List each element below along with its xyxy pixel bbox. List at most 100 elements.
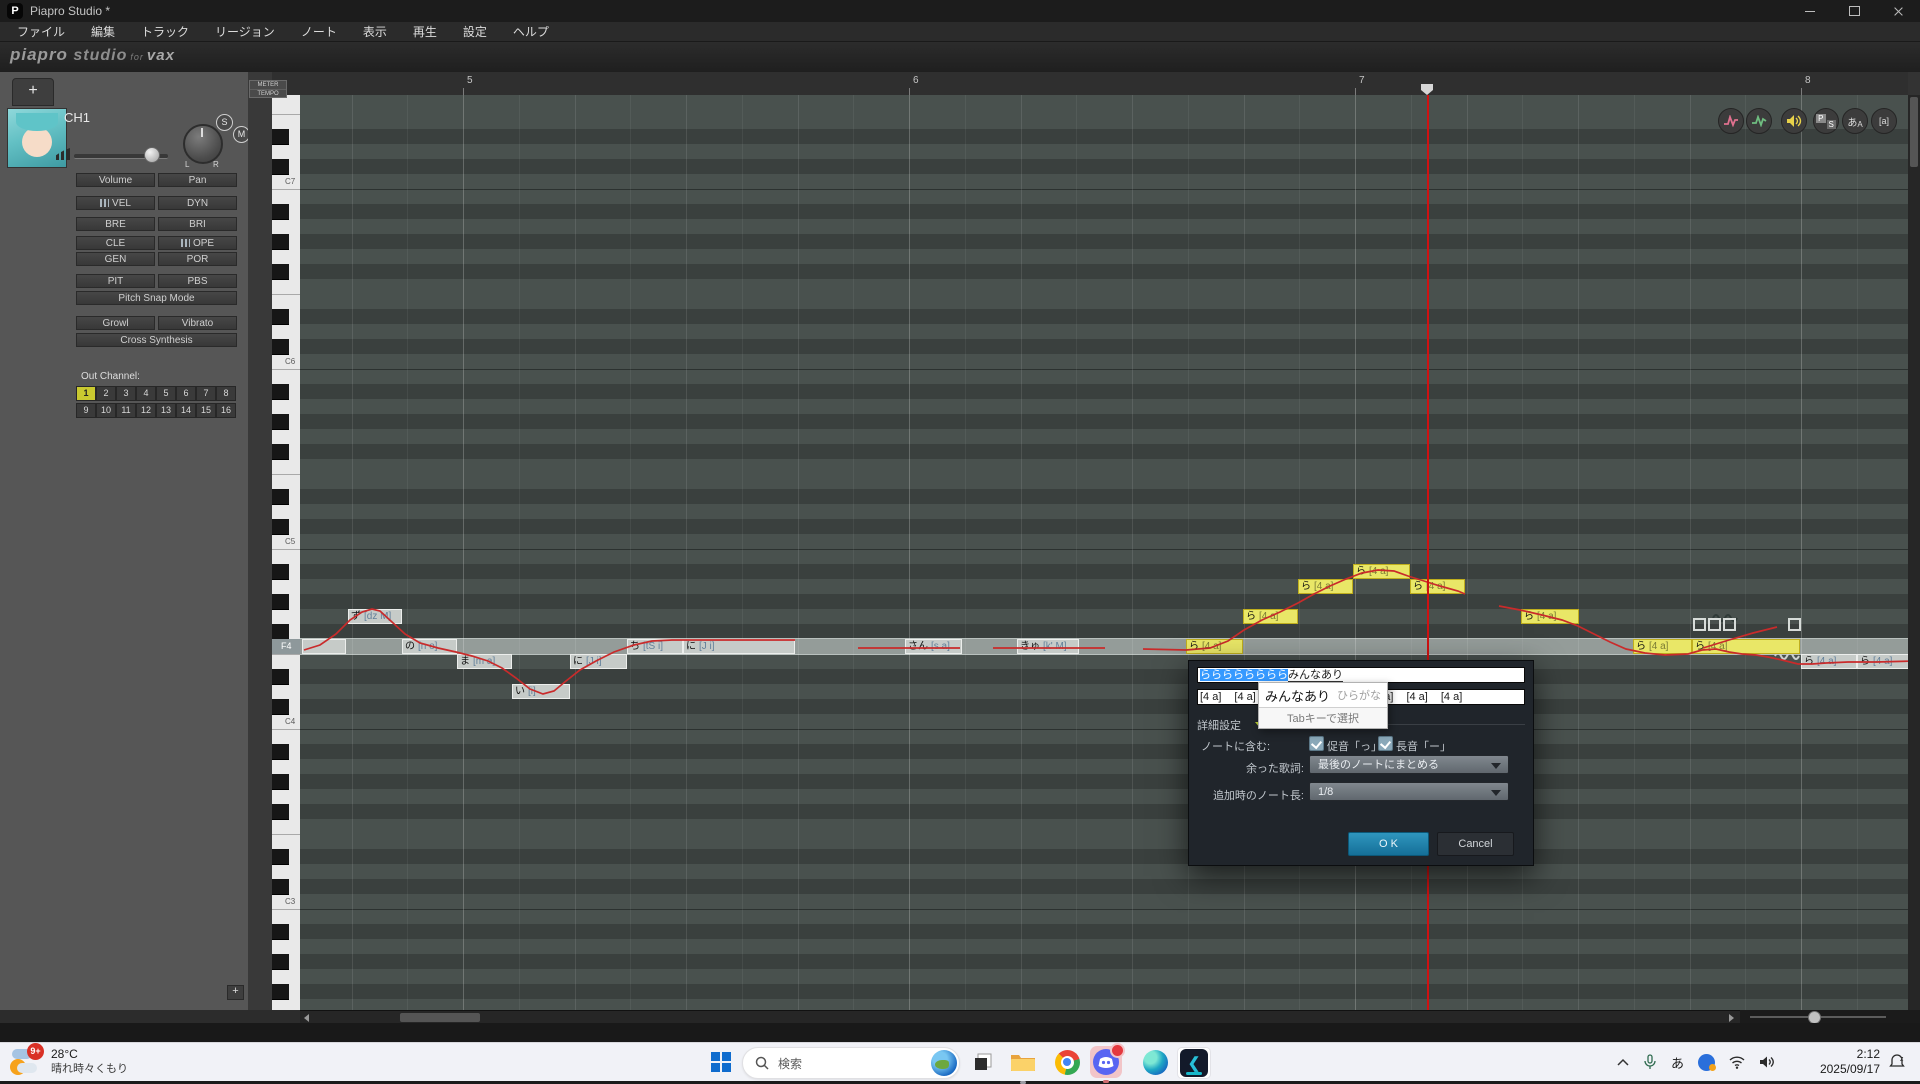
cancel-button[interactable]: Cancel	[1437, 832, 1514, 856]
timeline-ruler[interactable]: METER TEMPO 5678	[272, 72, 1908, 96]
scroll-right-arrow[interactable]	[1729, 1014, 1734, 1022]
edge-icon[interactable]	[1140, 1047, 1170, 1077]
out-channel-11[interactable]: 11	[116, 403, 136, 418]
midi-note[interactable]: ら[4 a]	[1692, 639, 1800, 654]
notelen-dropdown[interactable]: 1/8	[1309, 782, 1509, 801]
midi-note[interactable]: ら[4 a]	[1633, 639, 1692, 654]
out-channel-9[interactable]: 9	[76, 403, 96, 418]
start-button[interactable]	[706, 1047, 736, 1077]
file-explorer-icon[interactable]	[1008, 1047, 1038, 1077]
microphone-icon[interactable]	[1643, 1054, 1657, 1070]
black-key[interactable]	[272, 264, 289, 280]
menu-item-6[interactable]: 再生	[400, 23, 450, 40]
panel-button-por[interactable]: POR	[158, 252, 237, 266]
pan-knob[interactable]	[183, 124, 223, 164]
black-key[interactable]	[272, 444, 289, 460]
details-label[interactable]: 詳細設定	[1197, 717, 1241, 733]
lyric-input[interactable]: ららららららららみんなあり	[1197, 667, 1525, 683]
midi-note[interactable]: の[n o]	[402, 639, 457, 654]
midi-note[interactable]: きゅ[k' M]	[1017, 639, 1079, 654]
midi-note[interactable]: ら[4 a]	[1410, 579, 1465, 594]
tray-chevron-icon[interactable]	[1617, 1058, 1629, 1066]
menu-item-0[interactable]: ファイル	[4, 23, 78, 40]
horizontal-scrollbar[interactable]	[300, 1010, 1740, 1024]
black-key[interactable]	[272, 129, 289, 145]
ime-language-indicator[interactable]: あ	[1671, 1053, 1684, 1072]
panel-button-bre[interactable]: BRE	[76, 217, 155, 231]
black-key[interactable]	[272, 234, 289, 250]
out-channel-14[interactable]: 14	[176, 403, 196, 418]
chouon-checkbox[interactable]	[1378, 736, 1393, 751]
panel-button-gen[interactable]: GEN	[76, 252, 155, 266]
out-channel-15[interactable]: 15	[196, 403, 216, 418]
panel-button-cross-synthesis[interactable]: Cross Synthesis	[76, 333, 237, 347]
midi-note[interactable]: ず[dz M]	[348, 609, 402, 624]
piano-keyboard[interactable]: C7C6C5C4C3F4	[272, 95, 300, 1010]
black-key[interactable]	[272, 954, 289, 970]
black-key[interactable]	[272, 984, 289, 1000]
black-key[interactable]	[272, 159, 289, 175]
midi-note[interactable]: ら[4 a]	[1298, 579, 1353, 594]
vibrato-handle[interactable]	[1788, 618, 1801, 631]
black-key[interactable]	[272, 774, 289, 790]
out-channel-8[interactable]: 8	[216, 386, 236, 401]
midi-note[interactable]: ち[tS i]	[627, 639, 683, 654]
vibrato-handle[interactable]	[1708, 618, 1721, 631]
out-channel-13[interactable]: 13	[156, 403, 176, 418]
discord-icon[interactable]	[1090, 1046, 1122, 1078]
menu-item-5[interactable]: 表示	[350, 23, 400, 40]
midi-note[interactable]: ま[m a]	[457, 654, 512, 669]
add-track-tab[interactable]: +	[12, 78, 54, 106]
black-key[interactable]	[272, 204, 289, 220]
panel-button-ope[interactable]: OPE	[158, 236, 237, 250]
panel-button-bri[interactable]: BRI	[158, 217, 237, 231]
volume-slider-thumb[interactable]	[144, 147, 160, 163]
panel-button-vibrato[interactable]: Vibrato	[158, 316, 237, 330]
task-view-button[interactable]	[968, 1047, 998, 1077]
midi-note[interactable]: ら[4 a]	[1186, 639, 1243, 654]
piano-roll[interactable]: ず[dz M]の[n o]ま[m a]い[i]に[J i]ち[tS i]に[J …	[300, 95, 1908, 1010]
menu-item-8[interactable]: ヘルプ	[500, 23, 562, 40]
midi-note[interactable]: ら[4 a]	[1801, 654, 1857, 669]
panel-button-vel[interactable]: VEL	[76, 196, 155, 210]
playhead-marker[interactable]	[1421, 84, 1433, 95]
meter-tempo-box[interactable]: METER TEMPO	[249, 80, 287, 98]
black-key[interactable]	[272, 849, 289, 865]
ok-button[interactable]: O K	[1348, 832, 1429, 856]
search-box[interactable]: 検索	[742, 1047, 960, 1079]
clock[interactable]: 2:12 2025/09/17	[1808, 1047, 1880, 1077]
scroll-left-arrow[interactable]	[304, 1014, 309, 1022]
out-channel-1[interactable]: 1	[76, 386, 96, 401]
meter-label[interactable]: METER	[250, 81, 286, 90]
out-channel-12[interactable]: 12	[136, 403, 156, 418]
out-channel-10[interactable]: 10	[96, 403, 116, 418]
black-key[interactable]	[272, 384, 289, 400]
speaker-icon[interactable]	[1781, 108, 1807, 134]
vibrato-handle[interactable]	[1693, 618, 1706, 631]
solo-button[interactable]: S	[216, 114, 233, 131]
out-channel-4[interactable]: 4	[136, 386, 156, 401]
menu-item-7[interactable]: 設定	[450, 23, 500, 40]
black-key[interactable]	[272, 414, 289, 430]
search-highlight-earth-icon[interactable]	[931, 1050, 957, 1076]
black-key[interactable]	[272, 489, 289, 505]
chrome-icon[interactable]	[1052, 1047, 1082, 1077]
midi-note[interactable]: い[i]	[512, 684, 570, 699]
black-key[interactable]	[272, 519, 289, 535]
panel-button-growl[interactable]: Growl	[76, 316, 155, 330]
maximize-button[interactable]	[1832, 0, 1876, 22]
out-channel-2[interactable]: 2	[96, 386, 116, 401]
menu-item-4[interactable]: ノート	[288, 23, 350, 40]
panel-button-dyn[interactable]: DYN	[158, 196, 237, 210]
panel-button-pitch-snap-mode[interactable]: Pitch Snap Mode	[76, 291, 237, 305]
lyric-kana-icon[interactable]: あA	[1842, 108, 1868, 134]
midi-note[interactable]: ら[4 a]	[1521, 609, 1579, 624]
panel-button-volume[interactable]: Volume	[76, 173, 155, 187]
ime-candidate-row[interactable]: みんなあり ひらがな	[1259, 683, 1387, 707]
onedrive-account-icon[interactable]	[1698, 1054, 1715, 1071]
black-key[interactable]	[272, 804, 289, 820]
black-key[interactable]	[272, 564, 289, 580]
daw-app-icon[interactable]: ❮	[1177, 1047, 1211, 1079]
black-key[interactable]	[272, 924, 289, 940]
panel-button-pbs[interactable]: PBS	[158, 274, 237, 288]
